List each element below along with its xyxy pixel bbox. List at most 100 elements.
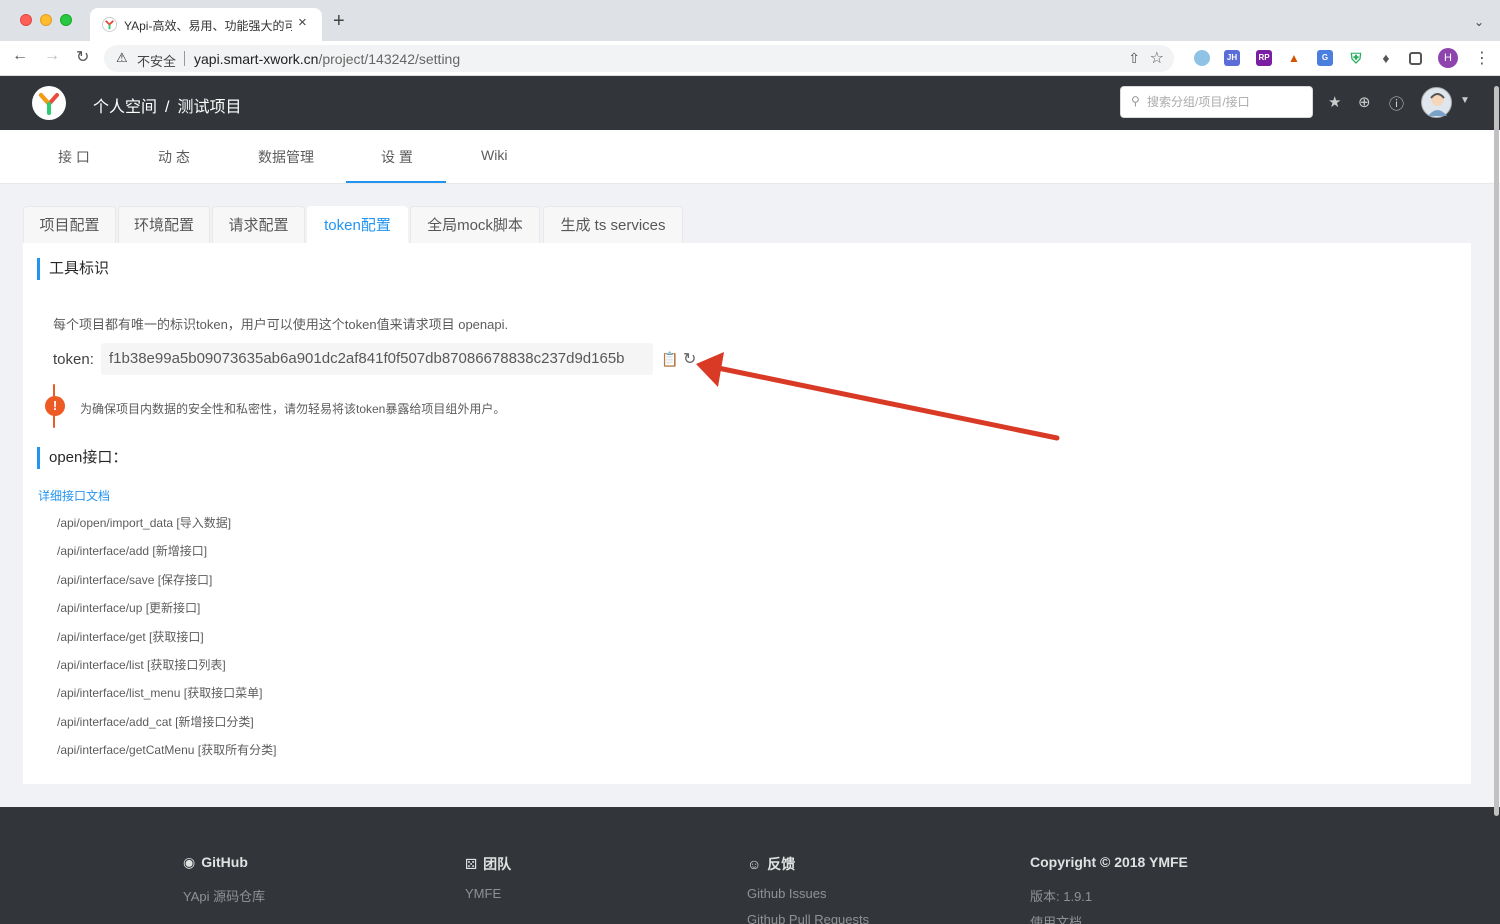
star-icon[interactable]: ★ — [1328, 93, 1341, 111]
browser-menu-icon[interactable]: ⋮ — [1474, 48, 1490, 68]
project-subnav: 接 口 动 态 数据管理 设 置 Wiki — [0, 130, 1500, 184]
tab-ts-services[interactable]: 生成 ts services — [543, 206, 683, 243]
add-project-icon[interactable]: ⊕ — [1358, 93, 1371, 111]
help-icon[interactable]: ⓘ — [1389, 93, 1404, 114]
tab-token-config[interactable]: token配置 — [307, 206, 408, 243]
list-item: /api/interface/get [获取接口] — [57, 629, 204, 644]
tab-project-config[interactable]: 项目配置 — [23, 206, 116, 243]
list-item: /api/interface/list [获取接口列表] — [57, 657, 226, 672]
maximize-window-button[interactable] — [60, 14, 72, 26]
footer-col-feedback: ☺ 反馈 Github Issues Github Pull Requests — [747, 854, 869, 924]
token-config-panel: 工具标识 每个项目都有唯一的标识token，用户可以使用这个token值来请求项… — [23, 243, 1471, 784]
close-tab-icon[interactable]: × — [298, 14, 307, 31]
breadcrumb-space[interactable]: 个人空间 — [93, 99, 157, 116]
app-footer: ◉ GitHub YApi 源码仓库 ⚄ 团队 YMFE ☺ 反馈 Github Is… — [0, 807, 1500, 924]
sidebar-toggle-icon[interactable] — [1409, 52, 1422, 65]
yapi-logo-mark — [39, 93, 59, 115]
tab-global-mock[interactable]: 全局mock脚本 — [410, 206, 540, 243]
list-item: /api/interface/getCatMenu [获取所有分类] — [57, 743, 277, 758]
footer-col-team: ⚄ 团队 YMFE — [465, 854, 511, 912]
url-host: yapi.smart-xwork.cn — [194, 51, 319, 67]
footer-link[interactable]: YMFE — [465, 886, 511, 912]
subnav-wiki[interactable]: Wiki — [481, 147, 507, 163]
scrollbar-thumb[interactable] — [1494, 86, 1499, 816]
footer-link[interactable]: YApi 源码仓库 — [183, 886, 265, 912]
minimize-window-button[interactable] — [40, 14, 52, 26]
tab-env-config[interactable]: 环境配置 — [118, 206, 210, 243]
share-icon[interactable]: ⇧ — [1128, 50, 1140, 67]
address-divider — [184, 51, 185, 66]
subnav-interface[interactable]: 接 口 — [58, 147, 90, 167]
jh-extension-icon[interactable]: JH — [1224, 50, 1240, 66]
api-doc-link[interactable]: 详细接口文档 — [38, 487, 110, 504]
yapi-logo-icon[interactable] — [32, 86, 66, 120]
token-warning-text: 为确保项目内数据的安全性和私密性，请勿轻易将该token暴露给项目组外用户。 — [80, 402, 506, 416]
tab-request-config[interactable]: 请求配置 — [212, 206, 305, 243]
browser-toolbar: ← → ↻ ⚠ 不安全 yapi.smart-xwork.cn/project/… — [0, 41, 1500, 76]
footer-link: 版本: 1.9.1 — [1030, 889, 1093, 904]
puzzle-extension-icon[interactable]: ♦ — [1378, 50, 1394, 66]
token-label: token: — [53, 351, 94, 368]
insecure-label[interactable]: 不安全 — [137, 51, 176, 70]
list-item: /api/interface/save [保存接口] — [57, 572, 213, 587]
tab-search-chevron-icon[interactable]: ⌄ — [1474, 15, 1484, 29]
footer-heading: ◉ GitHub — [183, 854, 265, 886]
url-path: /project/143242/setting — [318, 51, 461, 67]
footer-col-copyright: Copyright © 2018 YMFE 版本: 1.9.1 使用文档 — [1030, 854, 1188, 924]
rp-extension-icon[interactable]: RP — [1256, 50, 1272, 66]
footer-link[interactable]: Github Issues — [747, 886, 869, 912]
list-item: /api/interface/add [新增接口] — [57, 544, 208, 559]
shield-extension-icon[interactable]: ⛨ — [1348, 50, 1364, 66]
browser-window: YApi-高效、易用、功能强大的可 × + ⌄ ← → ↻ ⚠ 不安全 yapi… — [0, 0, 1500, 924]
bookmark-star-icon[interactable]: ☆ — [1150, 48, 1164, 68]
tree-extension-icon[interactable]: ▲ — [1286, 50, 1302, 66]
new-tab-icon[interactable]: + — [333, 11, 345, 31]
subnav-activity[interactable]: 动 态 — [158, 147, 190, 167]
translate-extension-icon[interactable]: G — [1317, 50, 1333, 66]
user-avatar[interactable] — [1421, 87, 1452, 118]
footer-link[interactable]: 使用文档 — [1030, 912, 1188, 924]
list-item: /api/open/import_data [导入数据] — [57, 516, 232, 530]
browser-tab[interactable]: YApi-高效、易用、功能强大的可 × — [90, 8, 322, 41]
breadcrumb-project[interactable]: 测试项目 — [177, 99, 241, 116]
github-icon: ◉ — [183, 854, 196, 870]
subnav-settings[interactable]: 设 置 — [381, 147, 413, 167]
app-header: 个人空间 / 测试项目 ⚲ ★ ⊕ ⓘ ▼ — [0, 76, 1500, 130]
close-window-button[interactable] — [20, 14, 32, 26]
circle-extension-icon[interactable] — [1194, 50, 1210, 66]
feedback-icon: ☺ — [747, 856, 762, 872]
footer-col-github: ◉ GitHub YApi 源码仓库 — [183, 854, 265, 912]
list-item: /api/interface/list_menu [获取接口菜单] — [57, 686, 263, 701]
footer-heading-text: 反馈 — [767, 856, 796, 872]
profile-avatar[interactable]: H — [1438, 48, 1458, 68]
browser-tab-strip: YApi-高效、易用、功能强大的可 × + ⌄ — [0, 0, 1500, 41]
search-input[interactable] — [1147, 92, 1307, 112]
page-scrollbar[interactable] — [1493, 76, 1500, 826]
forward-arrow-icon[interactable]: → — [44, 47, 60, 65]
reload-icon[interactable]: ↻ — [76, 47, 89, 67]
breadcrumb: 个人空间 / 测试项目 — [93, 93, 241, 117]
subnav-data-management[interactable]: 数据管理 — [258, 147, 314, 167]
token-description: 每个项目都有唯一的标识token，用户可以使用这个token值来请求项目 ope… — [53, 317, 509, 332]
header-search[interactable]: ⚲ — [1120, 86, 1313, 118]
copy-icon[interactable]: 📋 — [661, 351, 678, 368]
footer-heading: ☺ 反馈 — [747, 854, 869, 886]
refresh-token-icon[interactable]: ↻ — [683, 349, 696, 369]
tool-id-title: 工具标识 — [37, 258, 109, 280]
back-arrow-icon[interactable]: ← — [12, 47, 28, 65]
subnav-active-indicator — [346, 181, 446, 183]
browser-tab-title: YApi-高效、易用、功能强大的可 — [124, 19, 292, 33]
user-menu-chevron-icon[interactable]: ▼ — [1460, 95, 1470, 106]
exclamation-icon: ! — [45, 396, 65, 416]
yapi-favicon-icon — [102, 17, 117, 32]
footer-link[interactable]: Github Pull Requests — [747, 912, 869, 924]
footer-heading-text: 团队 — [483, 856, 512, 872]
token-value[interactable]: f1b38e99a5b09073635ab6a901dc2af841f0f507… — [101, 343, 653, 375]
address-bar[interactable]: ⚠ 不安全 yapi.smart-xwork.cn/project/143242… — [104, 45, 1174, 72]
url-text[interactable]: yapi.smart-xwork.cn/project/143242/setti… — [194, 51, 460, 67]
open-api-title: open接口： — [37, 447, 127, 469]
search-icon: ⚲ — [1131, 94, 1140, 108]
open-api-list: /api/open/import_data [导入数据] /api/interf… — [57, 515, 276, 771]
footer-heading-text: GitHub — [201, 854, 248, 870]
warning-triangle-icon[interactable]: ⚠ — [116, 50, 128, 66]
